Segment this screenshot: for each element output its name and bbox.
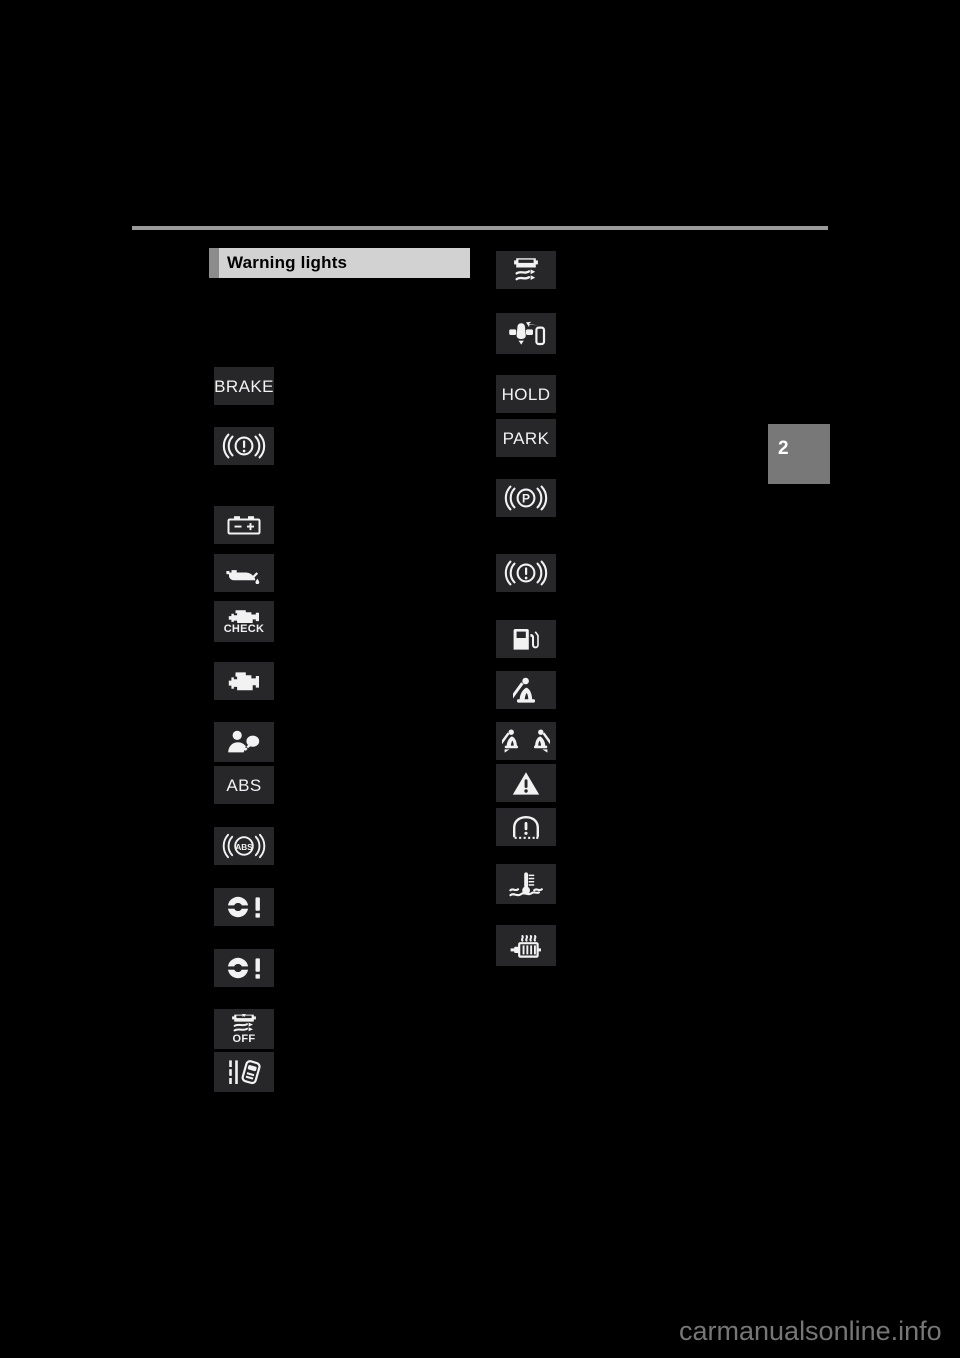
vsc-off-light-label: OFF [232,1032,256,1045]
diesel-particulate-filter-light [496,925,556,966]
low-engine-oil-pressure-light-icon [225,562,263,584]
section-header: Warning lights [209,248,470,278]
electric-parking-brake-light: P [496,479,556,517]
rear-seat-belt-reminder-light-icon-2 [533,729,550,753]
vsc-off-light-icon [229,1013,259,1033]
park-light: PARK [496,419,556,457]
section-header-accent [209,248,219,278]
slip-indicator-light [496,251,556,289]
charging-system-light-icon [226,514,262,536]
brake-system-text-light-label: BRAKE [214,376,274,396]
check-engine-check-light-label: CHECK [223,622,265,635]
manual-page: Warning lights 2 BRAKE CHECK ABS ABS OFF HOLD… [0,0,960,1358]
site-watermark: carmanualsonline.info [679,1316,942,1346]
tire-pressure-warning-light [496,808,556,846]
section-title: Warning lights [227,253,348,272]
abs-brake-assist-light: ABS [214,827,274,865]
abs-text-light-label: ABS [226,775,262,795]
park-light-label: PARK [502,428,550,448]
rear-seat-belt-reminder-light [496,722,556,760]
electric-power-steering-light-1-icon [224,895,264,919]
malfunction-indicator-light-icon [224,670,264,692]
parking-brake-warning-light [496,554,556,592]
svg-text:ABS: ABS [235,843,253,852]
svg-text:P: P [522,492,530,506]
rear-seat-belt-reminder-light-glyph-pair [502,729,550,753]
check-engine-check-light-icon [224,609,264,623]
vsc-off-light-glyph-stack: OFF [229,1013,259,1045]
master-warning-light-icon [512,771,540,796]
electric-power-steering-light-1 [214,888,274,926]
malfunction-indicator-light [214,662,274,700]
diesel-particulate-filter-light-icon [508,933,544,959]
brake-system-light-icon [222,433,266,459]
lane-departure-alert-light [214,1052,274,1092]
abs-text-light: ABS [214,766,274,804]
master-warning-light [496,764,556,802]
tire-pressure-warning-light-icon [510,815,542,839]
low-fuel-level-light [496,620,556,658]
srs-airbag-light-icon [225,730,263,754]
header-rule [132,226,828,230]
parking-brake-warning-light-icon [504,560,548,586]
brake-system-light [214,427,274,465]
electric-power-steering-light-2 [214,949,274,987]
low-engine-oil-pressure-light [214,554,274,592]
chapter-tab: 2 [768,424,830,484]
brake-hold-light-label: HOLD [501,384,551,404]
pre-collision-system-light [496,313,556,354]
pre-collision-system-light-icon [505,321,547,347]
srs-airbag-light [214,722,274,762]
chapter-number: 2 [778,438,789,459]
check-engine-check-light-glyph-stack: CHECK [224,609,265,635]
electric-parking-brake-light-icon: P [504,485,548,511]
driver-seat-belt-reminder-light-icon [513,677,539,703]
brake-hold-light: HOLD [496,375,556,413]
charging-system-light [214,506,274,544]
electric-power-steering-light-2-icon [224,956,264,980]
driver-seat-belt-reminder-light [496,671,556,709]
abs-brake-assist-light-icon: ABS [221,833,267,859]
brake-system-text-light: BRAKE [214,367,274,405]
rear-seat-belt-reminder-light-icon-1 [502,729,519,753]
engine-coolant-temperature-light [496,864,556,904]
lane-departure-alert-light-icon [227,1059,261,1085]
vsc-off-light: OFF [214,1009,274,1049]
check-engine-check-light: CHECK [214,601,274,642]
low-fuel-level-light-icon [512,627,540,651]
engine-coolant-temperature-light-icon [508,871,544,897]
slip-indicator-light-icon [511,257,541,283]
